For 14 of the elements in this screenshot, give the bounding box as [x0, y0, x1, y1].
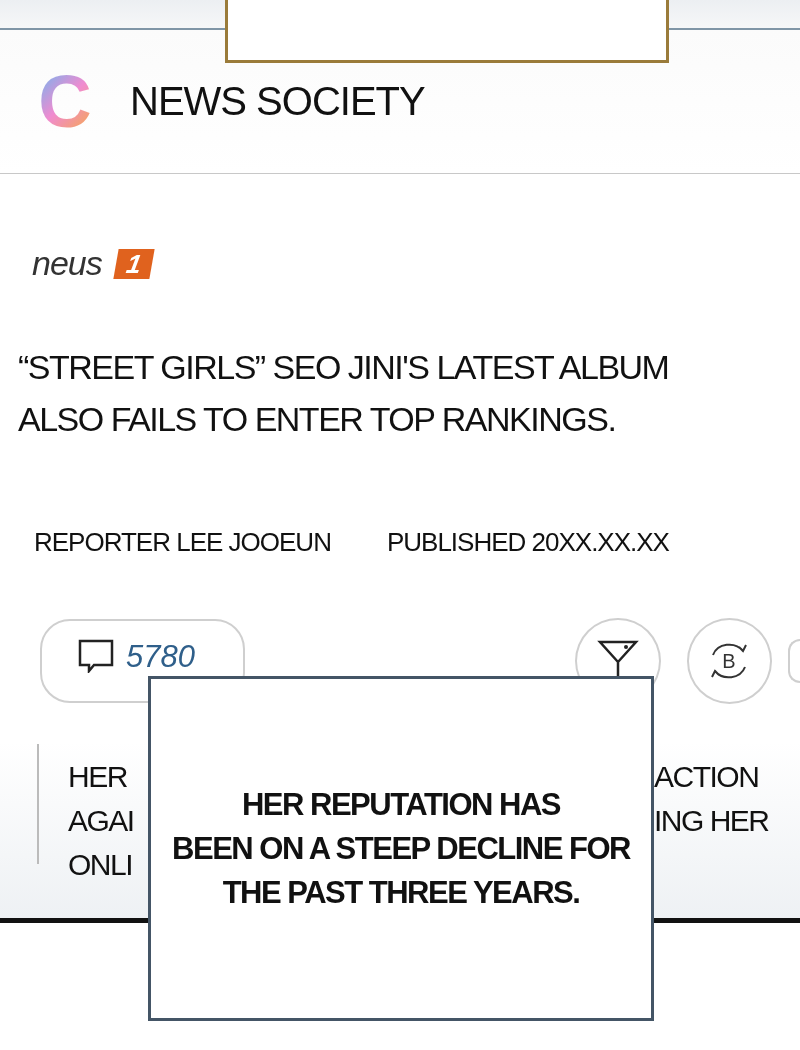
article-headline: “STREET GIRLS” SEO JINI'S LATEST ALBUM ALSO FAILS TO ENTER TOP RANKINGS.	[18, 347, 670, 440]
byline-text: PUBLISHED 20XX.XX.XX	[386, 527, 669, 558]
caption-text: HER REPUTATION HAS BEEN ON A STEEP DECLINE FOR THE PAST THREE YEARS.	[172, 785, 630, 912]
byline-text: REPORTER LEE JOOEUN	[34, 527, 331, 558]
article-text: ING HER	[654, 803, 769, 839]
article-text: AGAI	[68, 803, 134, 839]
source-badge: 1	[113, 248, 155, 279]
comment-icon	[78, 639, 114, 673]
article-text: HER	[68, 759, 127, 795]
source-name: neus	[32, 244, 102, 283]
app-title: NEWS SOCIETY	[130, 79, 425, 124]
article-text: ONLI	[68, 847, 133, 883]
article-text: ACTION	[654, 759, 759, 795]
refresh-button[interactable]: B	[686, 618, 773, 704]
